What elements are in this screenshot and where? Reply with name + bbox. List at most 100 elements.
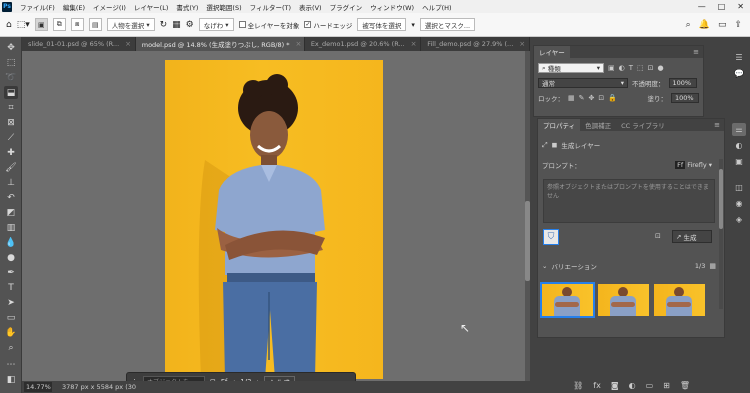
properties-icon[interactable]: ⚌ xyxy=(732,123,746,136)
variation-thumbnail[interactable] xyxy=(598,284,649,316)
edit-toolbar-icon[interactable]: ⋯ xyxy=(4,358,18,371)
hand-tool-icon[interactable]: ✋ xyxy=(4,326,18,339)
gradient-tool-icon[interactable]: ▥ xyxy=(4,221,18,234)
add-selection-icon[interactable]: ⧉ xyxy=(52,18,66,31)
eyedropper-tool-icon[interactable]: ⟋ xyxy=(4,131,18,144)
filter-adjust-icon[interactable]: ◐ xyxy=(619,64,625,72)
adjustment-layer-icon[interactable]: ◐ xyxy=(629,381,636,390)
trash-icon[interactable]: 🗑 xyxy=(680,381,690,390)
layers-icon[interactable]: ◫ xyxy=(732,181,746,194)
close-icon[interactable]: × xyxy=(125,40,131,48)
menu-layer[interactable]: レイヤー(L) xyxy=(130,2,173,12)
lock-all-icon[interactable]: 🔒 xyxy=(608,94,617,102)
share-icon[interactable]: ⇪ xyxy=(734,20,742,30)
canvas-area[interactable]: ↖ xyxy=(22,51,530,381)
prompt-textarea[interactable]: 参照オブジェクトまたはプロンプトを使用することはできません xyxy=(543,179,715,223)
tab-slide[interactable]: slide_01-01.psd @ 65% (R... × xyxy=(22,37,136,51)
crop-tool-icon[interactable]: ⌗ xyxy=(4,101,18,114)
filter-smart-icon[interactable]: ⊡ xyxy=(648,64,654,72)
model-select[interactable]: Ff Firefly ▾ xyxy=(675,161,712,169)
menu-file[interactable]: ファイル(F) xyxy=(16,2,59,12)
gear-icon[interactable]: ⚙ xyxy=(186,20,194,30)
reference-image-icon[interactable]: ⊡ xyxy=(655,232,661,240)
reference-thumbnail[interactable]: ⛉ xyxy=(543,229,559,245)
generate-button[interactable]: ↗ 生成 xyxy=(672,230,712,243)
add-mask-icon[interactable]: ◙ xyxy=(611,381,619,390)
tab-adjustments[interactable]: 色調補正 xyxy=(580,119,616,131)
select-subject-button[interactable]: 被写体を選択 xyxy=(357,18,407,31)
comments-icon[interactable]: 💬 xyxy=(732,67,746,80)
rectangle-tool-icon[interactable]: ▭ xyxy=(4,311,18,324)
all-layers-checkbox[interactable]: 全レイヤーを対象 xyxy=(238,20,299,30)
path-select-icon[interactable]: ➤ xyxy=(4,296,18,309)
close-button[interactable]: ✕ xyxy=(737,2,744,11)
libraries-icon[interactable]: ▣ xyxy=(732,155,746,168)
tab-properties[interactable]: プロパティ xyxy=(538,119,581,131)
intersect-selection-icon[interactable]: ▤ xyxy=(88,18,102,31)
filter-pixel-icon[interactable]: ▣ xyxy=(608,64,615,72)
link-icon[interactable]: ⛓ xyxy=(573,381,583,390)
tab-ex-demo[interactable]: Ex_demo1.psd @ 20.6% (R... × xyxy=(305,37,422,51)
menu-plugins[interactable]: プラグイン xyxy=(326,2,367,12)
panel-menu-icon[interactable]: ≡ xyxy=(693,48,703,56)
adjustments-icon[interactable]: ◐ xyxy=(732,139,746,152)
fill-input[interactable]: 100% xyxy=(671,93,699,103)
lock-artboard-icon[interactable]: ⊡ xyxy=(598,94,604,102)
pen-tool-icon[interactable]: ✒ xyxy=(4,266,18,279)
blend-mode-select[interactable]: 通常 ▾ xyxy=(538,78,628,88)
overlay-icon[interactable]: ▦ xyxy=(172,20,181,30)
document-image[interactable] xyxy=(165,60,383,379)
menu-window[interactable]: ウィンドウ(W) xyxy=(366,2,418,12)
menu-help[interactable]: ヘルプ(H) xyxy=(418,2,455,12)
color-swatches-icon[interactable]: ◧ xyxy=(4,373,18,386)
menu-select[interactable]: 選択範囲(S) xyxy=(202,2,245,12)
tab-model[interactable]: model.psd @ 14.8% (生成塗りつぶし, RGB/8) * × xyxy=(135,37,305,51)
subtract-selection-icon[interactable]: ⧈ xyxy=(70,18,84,31)
minimize-button[interactable]: — xyxy=(698,2,706,11)
tab-fill-demo[interactable]: Fill_demo.psd @ 27.9% (... × xyxy=(421,37,530,51)
new-layer-icon[interactable]: ⊞ xyxy=(663,381,670,390)
variation-thumbnail[interactable] xyxy=(654,284,705,316)
object-select-tool-icon[interactable]: ⬚▾ xyxy=(17,20,30,30)
move-tool-icon[interactable]: ✥ xyxy=(4,41,18,54)
panel-menu-icon[interactable]: ≡ xyxy=(714,121,724,129)
frame-tool-icon[interactable]: ⊠ xyxy=(4,116,18,129)
tab-cc-libraries[interactable]: CC ライブラリ xyxy=(616,119,670,131)
close-icon[interactable]: × xyxy=(411,40,417,48)
home-icon[interactable]: ⌂ xyxy=(6,20,12,30)
menu-filter[interactable]: フィルター(T) xyxy=(246,2,295,12)
opacity-input[interactable]: 100% xyxy=(668,78,697,88)
tab-layers[interactable]: レイヤー xyxy=(534,46,570,58)
workspace-icon[interactable]: ▭ xyxy=(718,20,727,30)
lock-pixels-icon[interactable]: ▦ xyxy=(568,94,575,102)
fx-icon[interactable]: fx xyxy=(593,381,601,390)
mode-select[interactable]: なげわ ▾ xyxy=(198,18,234,31)
close-icon[interactable]: × xyxy=(519,40,525,48)
panel-scrollbar[interactable] xyxy=(719,159,723,309)
filter-toggle-icon[interactable]: ● xyxy=(658,64,664,72)
object-selection-tool-icon[interactable]: ⬓ xyxy=(4,86,18,99)
history-brush-icon[interactable]: ↶ xyxy=(4,191,18,204)
menu-edit[interactable]: 編集(E) xyxy=(59,2,89,12)
dodge-tool-icon[interactable]: ● xyxy=(4,251,18,264)
blur-tool-icon[interactable]: 💧 xyxy=(4,236,18,249)
maximize-button[interactable]: □ xyxy=(718,2,726,11)
marquee-tool-icon[interactable]: ⬚ xyxy=(4,56,18,69)
filter-type-icon[interactable]: T xyxy=(629,64,633,72)
zoom-tool-icon[interactable]: ⌕ xyxy=(4,341,18,354)
zoom-level[interactable]: 14.77% xyxy=(24,382,52,392)
paths-icon[interactable]: ◈ xyxy=(732,213,746,226)
lock-paint-icon[interactable]: ✎ xyxy=(579,94,585,102)
learn-icon[interactable]: ☰ xyxy=(732,51,746,64)
menu-view[interactable]: 表示(V) xyxy=(295,2,326,12)
hard-edge-checkbox[interactable]: ✓ ハードエッジ xyxy=(304,20,352,30)
grid-view-icon[interactable]: ▦ xyxy=(709,262,716,270)
clone-stamp-icon[interactable]: ⊥ xyxy=(4,176,18,189)
collapse-icon[interactable]: ⌄ xyxy=(542,262,547,270)
layer-kind-filter[interactable]: ⌕ 種類 ▾ xyxy=(538,63,604,73)
select-and-mask-button[interactable]: 選択とマスク... xyxy=(419,18,476,31)
channels-icon[interactable]: ◉ xyxy=(732,197,746,210)
lasso-tool-icon[interactable]: ➰ xyxy=(4,71,18,84)
variation-thumbnail[interactable] xyxy=(540,282,595,318)
refresh-icon[interactable]: ↻ xyxy=(160,20,168,30)
